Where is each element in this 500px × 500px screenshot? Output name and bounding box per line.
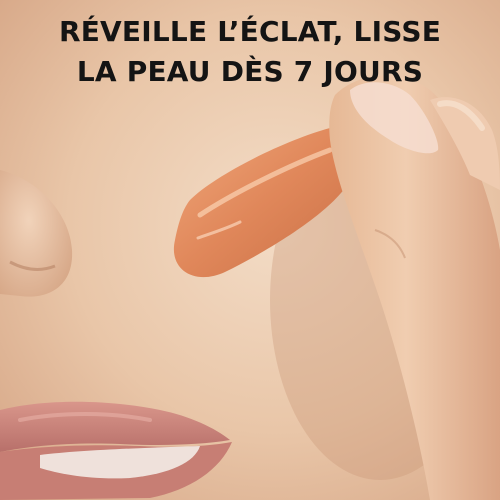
headline-line-2: LA PEAU DÈS 7 JOURS [76, 55, 424, 88]
headline: RÉVEILLE L’ÉCLAT, LISSE LA PEAU DÈS 7 JO… [0, 12, 500, 92]
product-ad-image: RÉVEILLE L’ÉCLAT, LISSE LA PEAU DÈS 7 JO… [0, 0, 500, 500]
headline-line-1: RÉVEILLE L’ÉCLAT, LISSE [58, 15, 442, 48]
